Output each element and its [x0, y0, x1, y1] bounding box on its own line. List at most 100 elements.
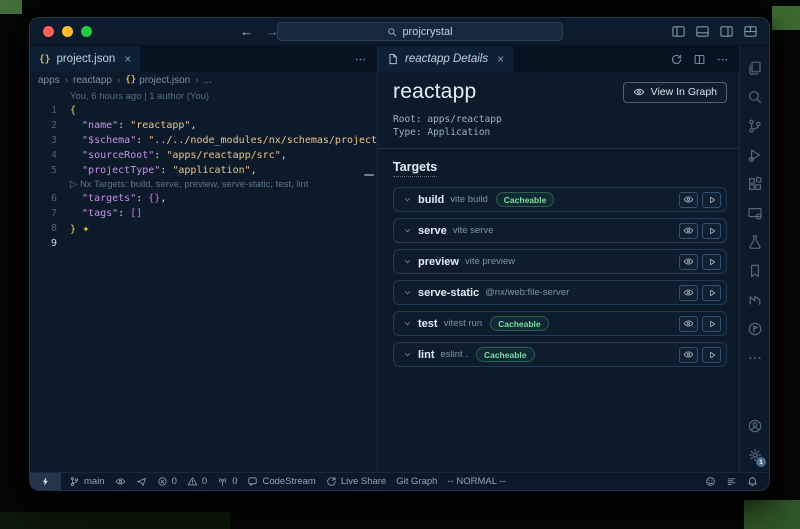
target-run-button[interactable]	[702, 347, 721, 363]
statusbar-errors[interactable]: 0	[152, 473, 182, 490]
tab-reactapp-details[interactable]: reactapp Details ×	[378, 46, 514, 72]
code-line[interactable]: 4 "sourceRoot": "apps/reactapp/src",	[30, 148, 377, 163]
statusbar-remote-indicator[interactable]	[30, 473, 61, 490]
line-number: 8	[30, 221, 70, 236]
activity-remote-explorer[interactable]	[740, 198, 769, 227]
activity-run-and-debug[interactable]	[740, 140, 769, 169]
target-card-serve[interactable]: servevite serve	[393, 218, 727, 243]
statusbar-notifications[interactable]	[742, 476, 763, 487]
project-root: Root: apps/reactapp	[393, 113, 727, 126]
chevron-down-icon[interactable]	[403, 350, 412, 359]
activity-accounts[interactable]	[740, 411, 769, 440]
code-token: "$schema"	[70, 135, 136, 146]
breadcrumb-item-apps[interactable]: apps	[38, 75, 60, 86]
statusbar-publish[interactable]	[131, 473, 152, 490]
activity-search[interactable]	[740, 82, 769, 111]
statusbar-codestream[interactable]: CodeStream	[242, 473, 320, 490]
breadcrumb-item-reactapp[interactable]: reactapp	[73, 75, 112, 86]
code-token: ,	[281, 150, 287, 161]
activity-bookmarks[interactable]	[740, 256, 769, 285]
view-in-graph-button[interactable]: View In Graph	[623, 82, 727, 103]
activity-settings-gear[interactable]: 1	[740, 440, 769, 469]
code-line[interactable]: 3 "$schema": "../../node_modules/nx/sche…	[30, 133, 377, 148]
code-line[interactable]: 6 "targets": {},	[30, 191, 377, 206]
blame-annotation[interactable]: You, 6 hours ago | 1 author (You)	[70, 91, 209, 102]
target-card-build[interactable]: buildvite buildCacheable	[393, 187, 727, 212]
statusbar-label: Git Graph	[396, 476, 437, 487]
statusbar-vim-mode[interactable]: -- NORMAL --	[442, 473, 510, 490]
target-run-button[interactable]	[702, 192, 721, 208]
target-view-button[interactable]	[679, 192, 698, 208]
toggle-left-sidebar-button[interactable]	[671, 24, 686, 39]
statusbar-git-branch[interactable]: main	[64, 473, 110, 490]
split-editor-button[interactable]	[693, 53, 706, 66]
activity-source-control[interactable]	[740, 111, 769, 140]
editor-more-actions-button[interactable]	[354, 53, 367, 66]
target-card-serve-static[interactable]: serve-static@nx/web:file-server	[393, 280, 727, 305]
code-line[interactable]: 1{	[30, 103, 377, 118]
toggle-right-sidebar-button[interactable]	[719, 24, 734, 39]
statusbar-gitlens-blame-toggle[interactable]	[110, 473, 131, 490]
statusbar-live-share[interactable]: Live Share	[321, 473, 391, 490]
customize-layout-button[interactable]	[743, 24, 758, 39]
breadcrumb[interactable]: apps›reactapp›{}project.json›...	[30, 72, 377, 88]
target-view-button[interactable]	[679, 254, 698, 270]
activity-explorer[interactable]	[740, 53, 769, 82]
target-view-button[interactable]	[679, 223, 698, 239]
breadcrumb-separator: ›	[117, 75, 120, 86]
target-card-preview[interactable]: previewvite preview	[393, 249, 727, 274]
chevron-down-icon[interactable]	[403, 226, 412, 235]
target-view-button[interactable]	[679, 316, 698, 332]
chevron-down-icon[interactable]	[403, 195, 412, 204]
target-view-button[interactable]	[679, 347, 698, 363]
code-editor[interactable]: You, 6 hours ago | 1 author (You)1{2 "na…	[30, 88, 377, 472]
chevron-down-icon[interactable]	[403, 288, 412, 297]
breadcrumb-item-[interactable]: ...	[204, 75, 212, 86]
activity-nx-console[interactable]	[740, 285, 769, 314]
tab-project-json[interactable]: {} project.json ×	[30, 46, 141, 72]
breadcrumb-item-projectjson[interactable]: {}project.json	[125, 75, 190, 86]
target-view-button[interactable]	[679, 285, 698, 301]
statusbar-feedback[interactable]	[700, 476, 721, 487]
code-line[interactable]: 8} ✦	[30, 221, 377, 236]
close-tab-icon[interactable]: ×	[497, 52, 504, 66]
chevron-down-icon[interactable]	[403, 257, 412, 266]
code-line[interactable]: 5 "projectType": "application",	[30, 163, 377, 178]
code-line[interactable]: 2 "name": "reactapp",	[30, 118, 377, 133]
code-line[interactable]: 7 "tags": []	[30, 206, 377, 221]
target-run-button[interactable]	[702, 285, 721, 301]
target-actions	[679, 347, 721, 363]
target-run-button[interactable]	[702, 254, 721, 270]
activity-testing[interactable]	[740, 227, 769, 256]
vscode-window: ← → projcrystal {} project.json × apps›r…	[29, 17, 770, 491]
target-card-lint[interactable]: linteslint .Cacheable	[393, 342, 727, 367]
target-card-test[interactable]: testvitest runCacheable	[393, 311, 727, 336]
refresh-action-button[interactable]	[670, 53, 683, 66]
close-window-button[interactable]	[43, 26, 54, 37]
statusbar-formatter[interactable]	[721, 476, 742, 487]
line-content: "tags": []	[70, 206, 142, 221]
chevron-down-icon[interactable]	[403, 319, 412, 328]
statusbar-ports[interactable]: 0	[212, 473, 242, 490]
close-tab-icon[interactable]: ×	[124, 52, 131, 66]
activity-additional-views[interactable]	[740, 343, 769, 372]
zoom-window-button[interactable]	[81, 26, 92, 37]
back-arrow-icon[interactable]: ←	[240, 24, 253, 39]
statusbar-git-graph[interactable]: Git Graph	[391, 473, 442, 490]
search-box[interactable]: projcrystal	[277, 22, 563, 41]
editor-more-actions-button[interactable]	[716, 53, 729, 66]
breadcrumb-label: reactapp	[73, 75, 112, 86]
activity-flag-circle[interactable]	[740, 314, 769, 343]
line-content: "name": "reactapp",	[70, 118, 196, 133]
eye-icon	[633, 86, 645, 98]
activity-extensions[interactable]	[740, 169, 769, 198]
minimize-window-button[interactable]	[62, 26, 73, 37]
line-number: 9	[30, 236, 70, 251]
target-run-button[interactable]	[702, 316, 721, 332]
scrollbar-marker[interactable]	[364, 174, 374, 176]
target-run-button[interactable]	[702, 223, 721, 239]
statusbar-warnings[interactable]: 0	[182, 473, 212, 490]
code-line[interactable]: 9	[30, 236, 377, 251]
toggle-panel-button[interactable]	[695, 24, 710, 39]
nx-targets-codelens[interactable]: ▷ Nx Targets: build, serve, preview, ser…	[70, 179, 308, 190]
